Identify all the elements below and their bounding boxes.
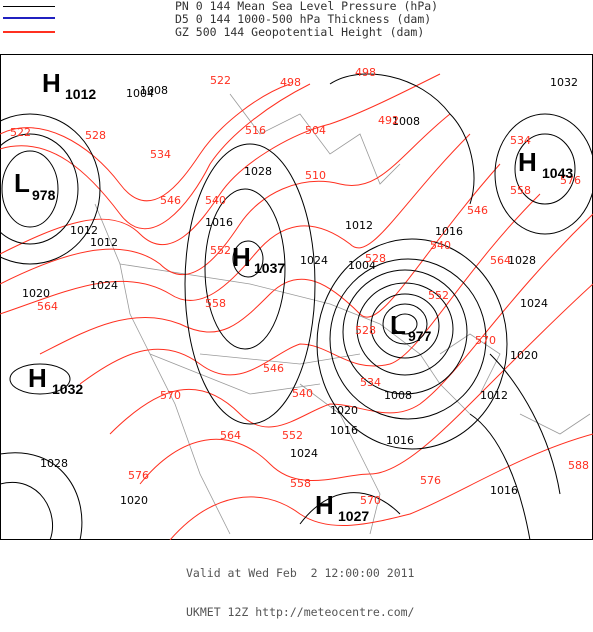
contour-label: 570 (160, 389, 181, 402)
contour-label: 552 (210, 244, 231, 257)
contour-label: 1028 (40, 457, 68, 470)
contour-label: 528 (85, 129, 106, 142)
svg-text:1012: 1012 (65, 86, 96, 102)
contour-label: 522 (10, 126, 31, 139)
contour-label: 558 (205, 297, 226, 310)
contour-label: 534 (510, 134, 531, 147)
svg-text:978: 978 (32, 187, 56, 203)
contour-label: 498 (355, 66, 376, 79)
contour-label: 534 (360, 376, 381, 389)
contour-label: 504 (305, 124, 326, 137)
contour-label: 1012 (345, 219, 373, 232)
contour-label: 1028 (244, 165, 272, 178)
contour-label: 564 (220, 429, 241, 442)
svg-text:H: H (315, 490, 334, 520)
contour-label: 1012 (70, 224, 98, 237)
legend: PN 0 144 Mean Sea Level Pressure (hPa) D… (3, 0, 438, 39)
contour-label: 540 (430, 239, 451, 252)
contour-label: 1024 (90, 279, 118, 292)
contour-label: 540 (205, 194, 226, 207)
svg-text:1043: 1043 (542, 165, 573, 181)
contour-label: 528 (365, 252, 386, 265)
contour-label: 546 (263, 362, 284, 375)
svg-text:1032: 1032 (52, 381, 83, 397)
contour-label: 1024 (300, 254, 328, 267)
footer: Valid at Wed Feb 2 12:00:00 2011 UKMET 1… (186, 541, 414, 632)
contour-label: 1020 (22, 287, 50, 300)
contour-label: 516 (245, 124, 266, 137)
contour-label: 546 (467, 204, 488, 217)
contour-label: 1024 (520, 297, 548, 310)
svg-text:977: 977 (408, 328, 432, 344)
svg-text:1027: 1027 (338, 508, 369, 524)
contour-label: 570 (475, 334, 496, 347)
contour-label: 1008 (384, 389, 412, 402)
contour-label: 1012 (480, 389, 508, 402)
contour-label: 510 (305, 169, 326, 182)
contour-label: 1016 (205, 216, 233, 229)
contour-label: 564 (37, 300, 58, 313)
contour-label: 534 (150, 148, 171, 161)
contour-label: 492 (378, 114, 399, 127)
weather-map: 1004 1008 1012 1016 1020 1024 1028 1032 … (0, 54, 593, 540)
contour-label: 546 (160, 194, 181, 207)
contour-label: 558 (510, 184, 531, 197)
svg-text:H: H (28, 363, 47, 393)
contour-label: 1032 (550, 76, 578, 89)
contour-label: 552 (282, 429, 303, 442)
contour-label: 528 (355, 324, 376, 337)
contour-label: 588 (568, 459, 589, 472)
contour-label: 1016 (386, 434, 414, 447)
contour-label: 1016 (435, 225, 463, 238)
contour-label: 1008 (140, 84, 168, 97)
svg-text:H: H (232, 242, 251, 272)
contour-label: 558 (290, 477, 311, 490)
contour-label: 1016 (490, 484, 518, 497)
contour-label: 522 (210, 74, 231, 87)
contour-label: 1012 (90, 236, 118, 249)
contour-label: 1028 (508, 254, 536, 267)
contour-label: 564 (490, 254, 511, 267)
contour-label: 1020 (120, 494, 148, 507)
model-source: UKMET 12Z http://meteocentre.com/ (186, 605, 415, 619)
contour-label: 1024 (290, 447, 318, 460)
contour-label: 576 (420, 474, 441, 487)
legend-item-height: GZ 500 144 Geopotential Height (dam) (3, 25, 438, 39)
svg-text:H: H (518, 147, 537, 177)
contour-label: 498 (280, 76, 301, 89)
contour-label: 540 (292, 387, 313, 400)
contour-label: 570 (360, 494, 381, 507)
svg-text:L: L (390, 310, 406, 340)
contour-label: 1016 (330, 424, 358, 437)
contour-label: 1020 (510, 349, 538, 362)
svg-text:1037: 1037 (254, 260, 285, 276)
legend-label: GZ 500 144 Geopotential Height (dam) (175, 25, 425, 39)
contour-label: 576 (128, 469, 149, 482)
valid-time: Valid at Wed Feb 2 12:00:00 2011 (186, 566, 415, 580)
svg-text:L: L (14, 168, 30, 198)
contour-label: 1020 (330, 404, 358, 417)
contour-label: 552 (428, 289, 449, 302)
svg-text:H: H (42, 68, 61, 98)
